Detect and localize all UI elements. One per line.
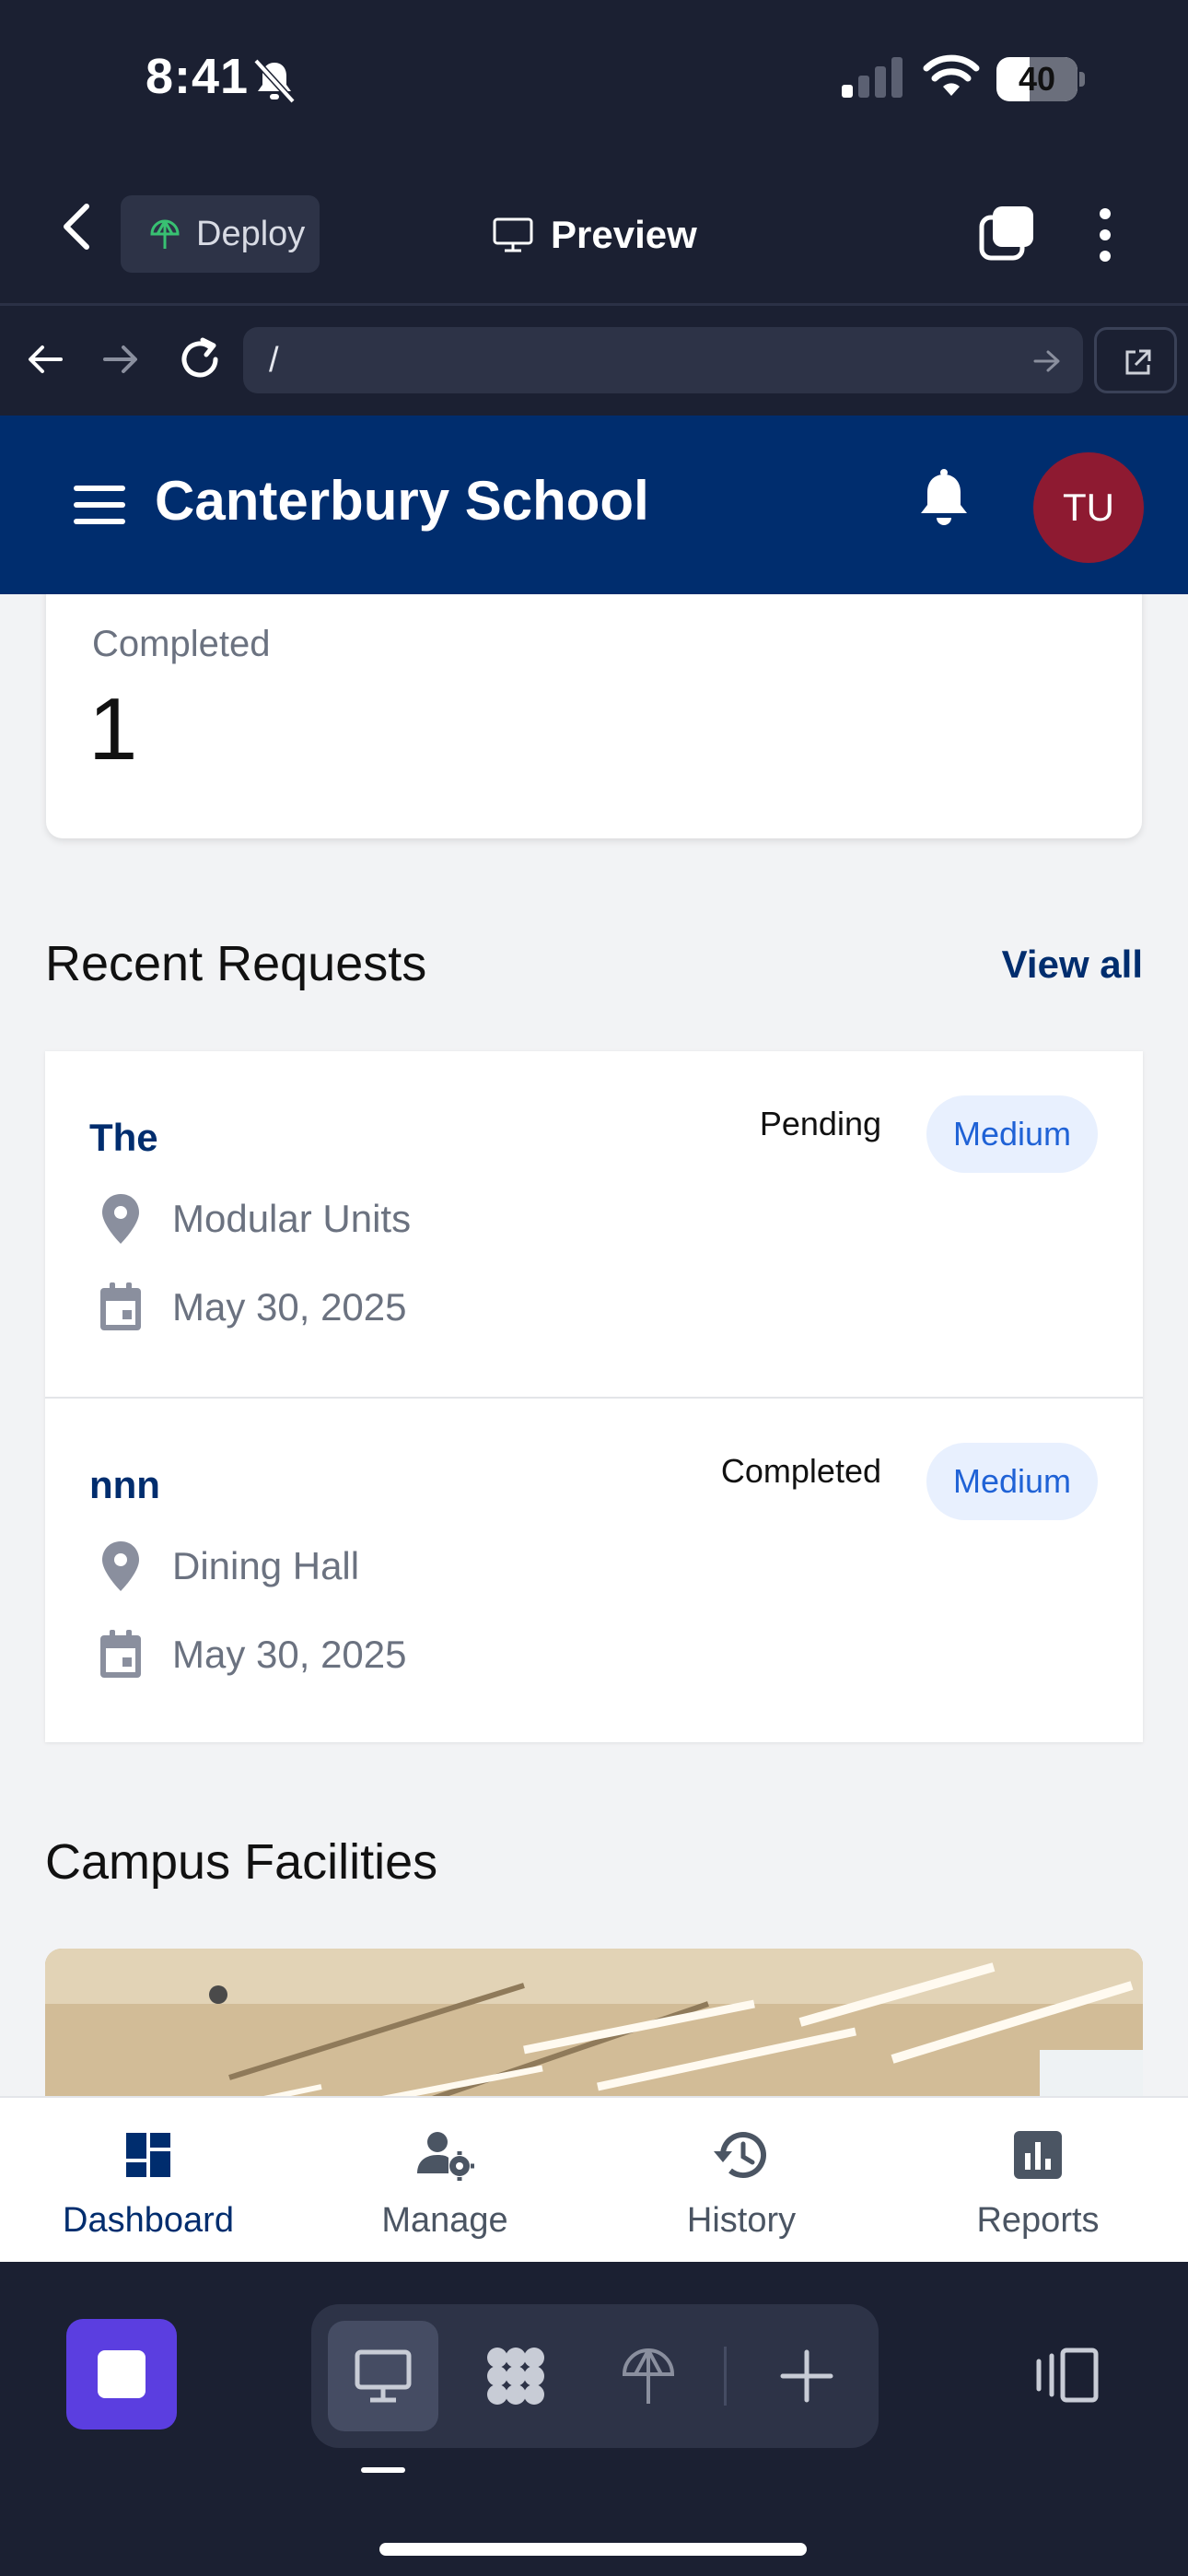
tab-label: History (686, 2201, 797, 2240)
calendar-icon (100, 1282, 141, 1330)
preview-label: Preview (551, 213, 697, 256)
arrow-left-icon[interactable] (26, 340, 64, 379)
dock-deploy-button[interactable] (593, 2321, 704, 2431)
tab-label: Reports (976, 2201, 1100, 2240)
recent-requests-title: Recent Requests (45, 936, 427, 991)
reload-icon[interactable] (177, 336, 223, 382)
tab-label: Manage (381, 2201, 508, 2240)
browser-nav-bar: / (0, 309, 1188, 416)
app-header: Canterbury School TU (0, 416, 1188, 594)
tab-manage[interactable]: Manage (297, 2098, 593, 2264)
request-title: nnn (89, 1463, 160, 1506)
wifi-icon (923, 54, 980, 96)
dock-preview-button[interactable] (328, 2321, 438, 2431)
deploy-button[interactable]: Deploy (121, 195, 320, 273)
facility-photo[interactable] (45, 1949, 1143, 2096)
deploy-label: Deploy (196, 214, 306, 253)
monitor-icon (493, 217, 533, 252)
request-item[interactable]: nnn Completed Medium Dining Hall May 30,… (45, 1397, 1143, 1742)
tab-dashboard[interactable]: Dashboard (0, 2098, 297, 2264)
hamburger-menu-icon[interactable] (74, 486, 125, 524)
facility-photo-illustration (45, 1949, 1143, 2096)
request-date: May 30, 2025 (97, 1278, 407, 1337)
manage-users-icon (417, 2132, 474, 2181)
active-indicator (361, 2467, 405, 2473)
campus-facilities-title: Campus Facilities (45, 1834, 438, 1890)
location-text: Modular Units (172, 1197, 412, 1240)
calendar-icon (100, 1630, 141, 1678)
request-location: Modular Units (97, 1189, 411, 1248)
dashboard-icon (126, 2133, 170, 2177)
arrow-right-icon[interactable] (101, 340, 140, 379)
dashboard-content: Completed 1 Recent Requests View all The… (0, 594, 1188, 2096)
battery-level: 40 (1018, 60, 1056, 98)
url-text: / (269, 341, 279, 380)
dock-add-button[interactable] (751, 2321, 862, 2431)
more-vertical-icon[interactable] (1087, 206, 1124, 263)
bottom-tab-bar: Dashboard Manage History Reports (0, 2096, 1188, 2262)
user-avatar[interactable]: TU (1033, 452, 1144, 563)
deploy-icon (622, 2348, 675, 2404)
bell-muted-icon (253, 58, 296, 104)
location-pin-icon (102, 1194, 139, 1244)
status-bar: 8:41 40 (0, 0, 1188, 157)
editor-dock (0, 2262, 1188, 2576)
back-chevron-icon[interactable] (55, 201, 101, 252)
location-text: Dining Hall (172, 1544, 360, 1587)
stat-value: 1 (88, 680, 138, 779)
date-text: May 30, 2025 (172, 1633, 407, 1676)
request-status: Completed (720, 1452, 881, 1490)
monitor-icon (355, 2349, 412, 2403)
dock-toolbar (311, 2304, 879, 2448)
completed-stat-card: Completed 1 (46, 594, 1142, 838)
request-item[interactable]: The Pending Medium Modular Units May 30,… (45, 1051, 1143, 1397)
tab-reports[interactable]: Reports (890, 2098, 1186, 2264)
location-pin-icon (102, 1541, 139, 1591)
go-arrow-icon[interactable] (1033, 349, 1061, 373)
priority-badge: Medium (926, 1443, 1098, 1520)
history-icon (714, 2132, 766, 2179)
dock-apps-button[interactable] (460, 2321, 571, 2431)
recent-requests-list: The Pending Medium Modular Units May 30,… (45, 1051, 1143, 1742)
request-location: Dining Hall (97, 1537, 359, 1596)
status-time: 8:41 (146, 49, 250, 104)
tab-label: Dashboard (63, 2201, 234, 2240)
priority-badge: Medium (926, 1095, 1098, 1173)
apps-icon (487, 2348, 544, 2405)
home-indicator (379, 2543, 807, 2556)
preview-tab[interactable]: Preview (492, 203, 697, 267)
editor-toolbar: Deploy Preview (0, 157, 1188, 306)
request-date: May 30, 2025 (97, 1625, 407, 1684)
devices-icon[interactable] (1031, 2347, 1101, 2404)
url-input[interactable]: / (243, 327, 1083, 393)
notifications-bell-icon[interactable] (917, 469, 971, 532)
stop-icon (98, 2350, 146, 2398)
stat-label: Completed (92, 624, 271, 664)
signal-icon (842, 57, 903, 98)
request-title: The (89, 1116, 158, 1159)
reports-icon (1014, 2131, 1062, 2179)
stop-button[interactable] (66, 2319, 177, 2430)
add-icon (780, 2349, 833, 2403)
battery-indicator: 40 (996, 57, 1085, 101)
external-link-icon (1125, 349, 1151, 375)
tab-history[interactable]: History (593, 2098, 890, 2264)
dock-divider (724, 2347, 727, 2406)
date-text: May 30, 2025 (172, 1285, 407, 1329)
app-title: Canterbury School (155, 470, 649, 532)
open-external-button[interactable] (1094, 327, 1177, 393)
tabs-icon[interactable] (978, 205, 1035, 262)
deploy-icon (150, 219, 180, 249)
view-all-link[interactable]: View all (1002, 943, 1143, 987)
request-status: Pending (759, 1105, 881, 1142)
